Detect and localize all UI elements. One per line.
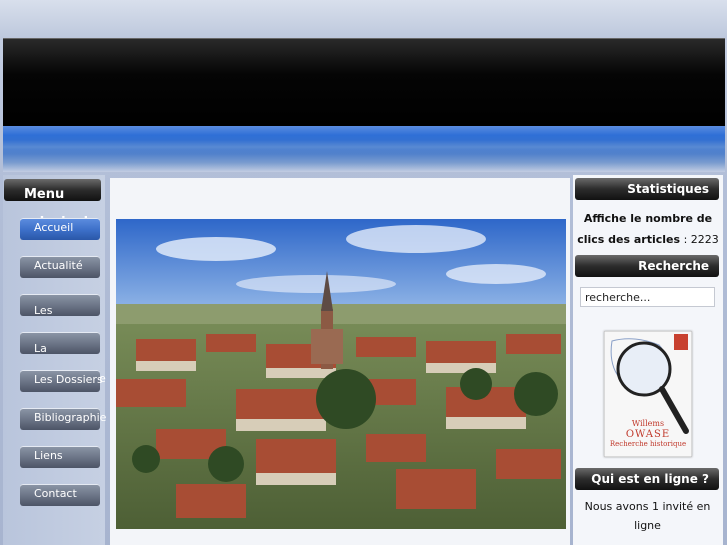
book-cover-image[interactable]: Willems OWASE Recherche historique <box>603 330 693 458</box>
online-title-label: Qui est en ligne ? <box>591 472 709 486</box>
nav-label: Contact <box>34 487 77 500</box>
header-banner <box>3 38 725 127</box>
search-title-label: Recherche <box>638 259 709 273</box>
nav-label: Les Dossiers <box>34 373 103 386</box>
stats-title: Statistiques <box>575 178 719 200</box>
page-top-background <box>0 0 727 40</box>
village-photo <box>116 219 566 529</box>
menu-title: Menu principal <box>4 179 101 230</box>
stats-title-label: Statistiques <box>627 182 709 196</box>
online-text: Nous avons 1 invité en ligne <box>584 500 711 532</box>
nav-label: Bibliographie <box>34 411 107 424</box>
stats-text: Affiche le nombre de clics des articles … <box>577 208 719 250</box>
nav-label: Actualité <box>34 259 83 272</box>
book-subtitle: Recherche historique <box>609 440 687 448</box>
nav-item-accueil[interactable]: Accueil <box>20 218 100 240</box>
header-blue-band <box>3 126 725 172</box>
online-title: Qui est en ligne ? <box>575 468 719 490</box>
book-title: OWASE <box>625 429 671 440</box>
nav-item-actualite[interactable]: Actualité <box>20 256 100 278</box>
search-input[interactable] <box>580 287 715 307</box>
nav-item-liens[interactable]: Liens <box>20 446 100 468</box>
nav-item-mediatheque[interactable]: La Médiathèque <box>20 332 106 385</box>
stats-separator: : <box>680 233 691 246</box>
stats-value: 2223 <box>690 233 719 246</box>
nav-label: Accueil <box>34 221 74 234</box>
nav-item-expositions[interactable]: Les Expositions <box>20 294 100 347</box>
nav-item-contact[interactable]: Contact <box>20 484 100 506</box>
nav-label: Liens <box>34 449 63 462</box>
book-author: Willems <box>631 419 665 428</box>
nav-item-bibliographie[interactable]: Bibliographie <box>20 408 107 430</box>
nav-item-dossiers[interactable]: Les Dossiers <box>20 370 103 392</box>
search-title: Recherche <box>575 255 719 277</box>
